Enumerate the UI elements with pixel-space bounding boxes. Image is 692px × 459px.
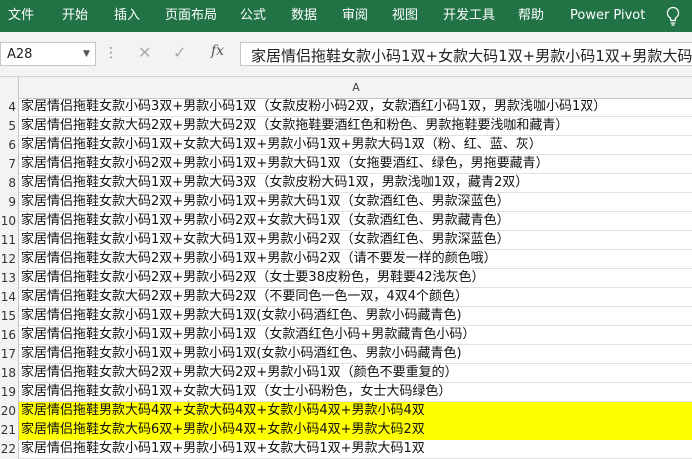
- row-header[interactable]: 15: [0, 307, 19, 326]
- tab-review[interactable]: 审阅: [342, 0, 368, 32]
- cell-a[interactable]: 家居情侣拖鞋女款大码1双+男款大码3双（女款皮粉大码1双，男款浅咖1双，藏青2双…: [21, 174, 528, 192]
- cell-a[interactable]: 家居情侣拖鞋女款小码1双+女款大码1双+男款小码1双+男款大码1双（粉、红、蓝、…: [21, 136, 542, 154]
- table-row: 9 家居情侣拖鞋女款大码2双+男款小码1双+男款大码1双（女款酒红色、男款深蓝色）: [0, 193, 692, 212]
- tab-insert[interactable]: 插入: [114, 0, 140, 32]
- cell-a[interactable]: 家居情侣拖鞋女款小码1双+女款大码1双+男款小码2双（女款酒红色、男款深蓝色）: [21, 231, 510, 249]
- row-header[interactable]: 13: [0, 269, 19, 288]
- table-row: 20 家居情侣拖鞋男款大码4双+女款大码4双+女款小码4双+男款小码4双: [0, 402, 692, 421]
- formula-bar: A28 ▼ ⋮ ✕ ✓ fx 家居情侣拖鞋女款小码1双+女款大码1双+男款小码1…: [0, 32, 692, 77]
- cell-a[interactable]: 家居情侣拖鞋女款小码3双+男款小码1双（女款皮粉小码2双，女款酒红小码1双，男款…: [21, 98, 606, 116]
- cell-a[interactable]: 家居情侣拖鞋女款小码1双+男款小码1双(女款小码酒红色、男款小码藏青色): [21, 345, 462, 363]
- cell-a[interactable]: 家居情侣拖鞋女款小码1双+男款小码1双+女款大码1双+男款大码1双: [21, 440, 425, 458]
- cell-a[interactable]: 家居情侣拖鞋女款小码2双+男款小码1双+男款大码1双（女拖要酒红、绿色，男拖要藏…: [21, 155, 549, 173]
- more-options-icon[interactable]: ⋮: [104, 45, 118, 61]
- formula-input[interactable]: 家居情侣拖鞋女款小码1双+女款大码1双+男款小码1双+男款大码1双: [240, 42, 692, 66]
- row-header[interactable]: 11: [0, 231, 19, 250]
- tab-home[interactable]: 开始: [62, 0, 88, 32]
- cell-a[interactable]: 家居情侣拖鞋女款大码2双+男款大码2双（女款拖鞋要酒红色和粉色、男款拖鞋要浅咖和…: [21, 117, 568, 135]
- table-row: 12 家居情侣拖鞋女款大码2双+男款小码1双+男款小码2双（请不要发一样的颜色哦）: [0, 250, 692, 269]
- column-header-a[interactable]: A: [20, 81, 692, 94]
- row-header[interactable]: 20: [0, 402, 19, 421]
- insert-function-icon[interactable]: fx: [211, 43, 224, 59]
- tab-formulas[interactable]: 公式: [240, 0, 266, 32]
- enter-check-icon[interactable]: ✓: [173, 43, 186, 62]
- table-row: 17 家居情侣拖鞋女款小码1双+男款小码1双(女款小码酒红色、男款小码藏青色): [0, 345, 692, 364]
- table-row: 16 家居情侣拖鞋女款小码1双+男款小码1双（女款酒红色小码+男款藏青色小码）: [0, 326, 692, 345]
- cell-a[interactable]: 家居情侣拖鞋女款大码2双+男款大码2双（不要同色一色一双，4双4个颜色）: [21, 288, 468, 306]
- tab-view[interactable]: 视图: [392, 0, 418, 32]
- table-row: 21 家居情侣拖鞋女款大码6双+男款小码4双+女款小码4双+男款大码2双: [0, 421, 692, 440]
- tab-developer[interactable]: 开发工具: [443, 0, 495, 32]
- row-header[interactable]: 10: [0, 212, 19, 231]
- row-header[interactable]: 14: [0, 288, 19, 307]
- cell-a[interactable]: 家居情侣拖鞋女款小码1双+男款大码1双(女款小码酒红色、男款小码藏青色): [21, 307, 462, 325]
- table-row: 4 家居情侣拖鞋女款小码3双+男款小码1双（女款皮粉小码2双，女款酒红小码1双，男…: [0, 98, 692, 117]
- name-box[interactable]: A28 ▼: [0, 42, 96, 66]
- row-header[interactable]: 8: [0, 174, 19, 193]
- table-row: 13 家居情侣拖鞋女款小码2双+男款小码2双（女士要38皮粉色，男鞋要42浅灰色）: [0, 269, 692, 288]
- row-header[interactable]: 4: [0, 98, 19, 117]
- row-header[interactable]: 17: [0, 345, 19, 364]
- table-row: 11 家居情侣拖鞋女款小码1双+女款大码1双+男款小码2双（女款酒红色、男款深蓝色…: [0, 231, 692, 250]
- table-row: 18 家居情侣拖鞋女款大码2双+男款大码2双+男款小码1双（颜色不要重复的）: [0, 364, 692, 383]
- row-header[interactable]: 16: [0, 326, 19, 345]
- row-header[interactable]: 6: [0, 136, 19, 155]
- cell-a[interactable]: 家居情侣拖鞋女款大码2双+男款小码1双+男款小码2双（请不要发一样的颜色哦）: [21, 250, 497, 268]
- cell-a[interactable]: 家居情侣拖鞋男款大码4双+女款大码4双+女款小码4双+男款小码4双: [21, 402, 425, 420]
- tab-page-layout[interactable]: 页面布局: [165, 0, 217, 32]
- table-row: 14 家居情侣拖鞋女款大码2双+男款大码2双（不要同色一色一双，4双4个颜色）: [0, 288, 692, 307]
- cancel-icon[interactable]: ✕: [138, 43, 151, 62]
- table-row: 7 家居情侣拖鞋女款小码2双+男款小码1双+男款大码1双（女拖要酒红、绿色，男拖要…: [0, 155, 692, 174]
- cell-a[interactable]: 家居情侣拖鞋女款大码2双+男款大码2双+男款小码1双（颜色不要重复的）: [21, 364, 458, 382]
- table-row: 19 家居情侣拖鞋女款小码1双+女款大码1双（女士小码粉色，女士大码绿色）: [0, 383, 692, 402]
- row-header[interactable]: 19: [0, 383, 19, 402]
- formula-content: 家居情侣拖鞋女款小码1双+女款大码1双+男款小码1双+男款大码1双: [251, 47, 692, 65]
- name-box-value: A28: [7, 47, 33, 62]
- table-row: 8 家居情侣拖鞋女款大码1双+男款大码3双（女款皮粉大码1双，男款浅咖1双，藏青2…: [0, 174, 692, 193]
- table-row: 5 家居情侣拖鞋女款大码2双+男款大码2双（女款拖鞋要酒红色和粉色、男款拖鞋要浅咖…: [0, 117, 692, 136]
- cell-a[interactable]: 家居情侣拖鞋女款小码1双+女款大码1双（女士小码粉色，女士大码绿色）: [21, 383, 451, 401]
- tab-file[interactable]: 文件: [8, 0, 34, 32]
- table-row: 10 家居情侣拖鞋女款小码1双+男款小码2双+女款大码1双（女款酒红色、男款藏青色…: [0, 212, 692, 231]
- cell-a[interactable]: 家居情侣拖鞋女款小码2双+男款小码2双（女士要38皮粉色，男鞋要42浅灰色）: [21, 269, 485, 287]
- row-header[interactable]: 22: [0, 440, 19, 459]
- table-row: 22 家居情侣拖鞋女款小码1双+男款小码1双+女款大码1双+男款大码1双: [0, 440, 692, 459]
- row-header[interactable]: 21: [0, 421, 19, 440]
- row-header[interactable]: 7: [0, 155, 19, 174]
- lightbulb-icon[interactable]: [664, 6, 682, 26]
- cell-a[interactable]: 家居情侣拖鞋女款小码1双+男款小码2双+女款大码1双（女款酒红色、男款藏青色）: [21, 212, 510, 230]
- cell-a[interactable]: 家居情侣拖鞋女款小码1双+男款小码1双（女款酒红色小码+男款藏青色小码）: [21, 326, 475, 344]
- worksheet-grid: 4 家居情侣拖鞋女款小码3双+男款小码1双（女款皮粉小码2双，女款酒红小码1双，男…: [0, 98, 692, 459]
- row-header[interactable]: 5: [0, 117, 19, 136]
- row-header[interactable]: 18: [0, 364, 19, 383]
- row-header[interactable]: 9: [0, 193, 19, 212]
- table-row: 15 家居情侣拖鞋女款小码1双+男款大码1双(女款小码酒红色、男款小码藏青色): [0, 307, 692, 326]
- tab-data[interactable]: 数据: [291, 0, 317, 32]
- tab-power-pivot[interactable]: Power Pivot: [570, 0, 645, 32]
- column-header-bar: A: [0, 77, 692, 99]
- row-header[interactable]: 12: [0, 250, 19, 269]
- cell-a[interactable]: 家居情侣拖鞋女款大码6双+男款小码4双+女款小码4双+男款大码2双: [21, 421, 425, 439]
- select-all-corner[interactable]: [0, 77, 19, 98]
- tab-help[interactable]: 帮助: [518, 0, 544, 32]
- table-row: 6 家居情侣拖鞋女款小码1双+女款大码1双+男款小码1双+男款大码1双（粉、红、蓝…: [0, 136, 692, 155]
- chevron-down-icon[interactable]: ▼: [83, 49, 90, 59]
- ribbon-tab-bar: 文件 开始 插入 页面布局 公式 数据 审阅 视图 开发工具 帮助 Power …: [0, 0, 692, 32]
- cell-a[interactable]: 家居情侣拖鞋女款大码2双+男款小码1双+男款大码1双（女款酒红色、男款深蓝色）: [21, 193, 510, 211]
